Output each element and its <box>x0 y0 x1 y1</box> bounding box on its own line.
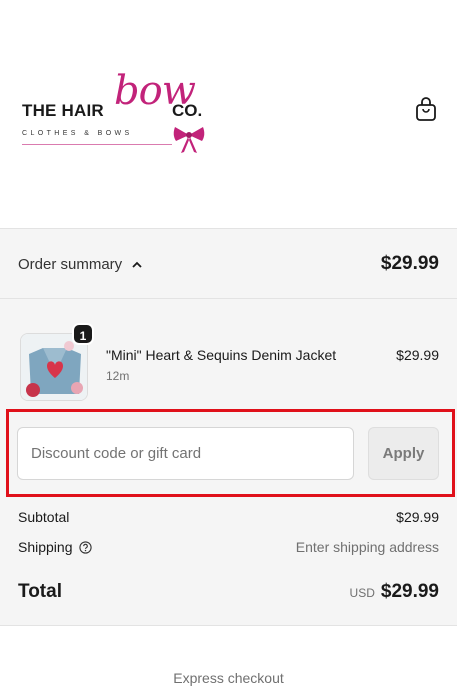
order-summary-label: Order summary <box>18 256 123 273</box>
quantity-badge: 1 <box>72 323 94 345</box>
logo-tagline: CLOTHES & BOWS <box>22 130 133 137</box>
order-summary-toggle[interactable]: Order summary $29.99 <box>0 229 457 299</box>
chevron-up-icon <box>132 261 142 268</box>
bow-icon <box>173 127 205 153</box>
total-label: Total <box>18 581 62 602</box>
total-amount: USD $29.99 <box>350 581 439 603</box>
help-circle-icon[interactable] <box>78 541 92 554</box>
shipping-value: Enter shipping address <box>295 539 439 555</box>
total-value: $29.99 <box>380 581 439 602</box>
apply-discount-button[interactable]: Apply <box>368 427 439 480</box>
logo-text: THE HAIR <box>22 101 104 120</box>
order-summary-panel: Order summary $29.99 1 "Mini" Heart & Se… <box>0 228 457 626</box>
subtotal-label: Subtotal <box>18 509 70 525</box>
logo-co-text: CO. <box>172 101 203 120</box>
discount-code-input[interactable] <box>17 427 354 480</box>
shipping-label: Shipping <box>18 539 73 555</box>
shopping-bag-icon[interactable] <box>414 96 438 122</box>
logo-divider <box>22 144 172 145</box>
product-price: $29.99 <box>396 347 439 363</box>
product-variant: 12m <box>106 369 130 383</box>
brand-logo[interactable]: THE HAIR bow CO. CLOTHES & BOWS <box>22 68 222 158</box>
express-checkout-label: Express checkout <box>173 670 284 686</box>
currency-code: USD <box>349 586 375 600</box>
subtotal-value: $29.99 <box>396 509 439 525</box>
order-summary-total: $29.99 <box>380 253 439 274</box>
shipping-row: Shipping <box>18 539 92 555</box>
site-header: THE HAIR bow CO. CLOTHES & BOWS <box>0 0 457 228</box>
product-name: "Mini" Heart & Sequins Denim Jacket <box>106 347 337 363</box>
